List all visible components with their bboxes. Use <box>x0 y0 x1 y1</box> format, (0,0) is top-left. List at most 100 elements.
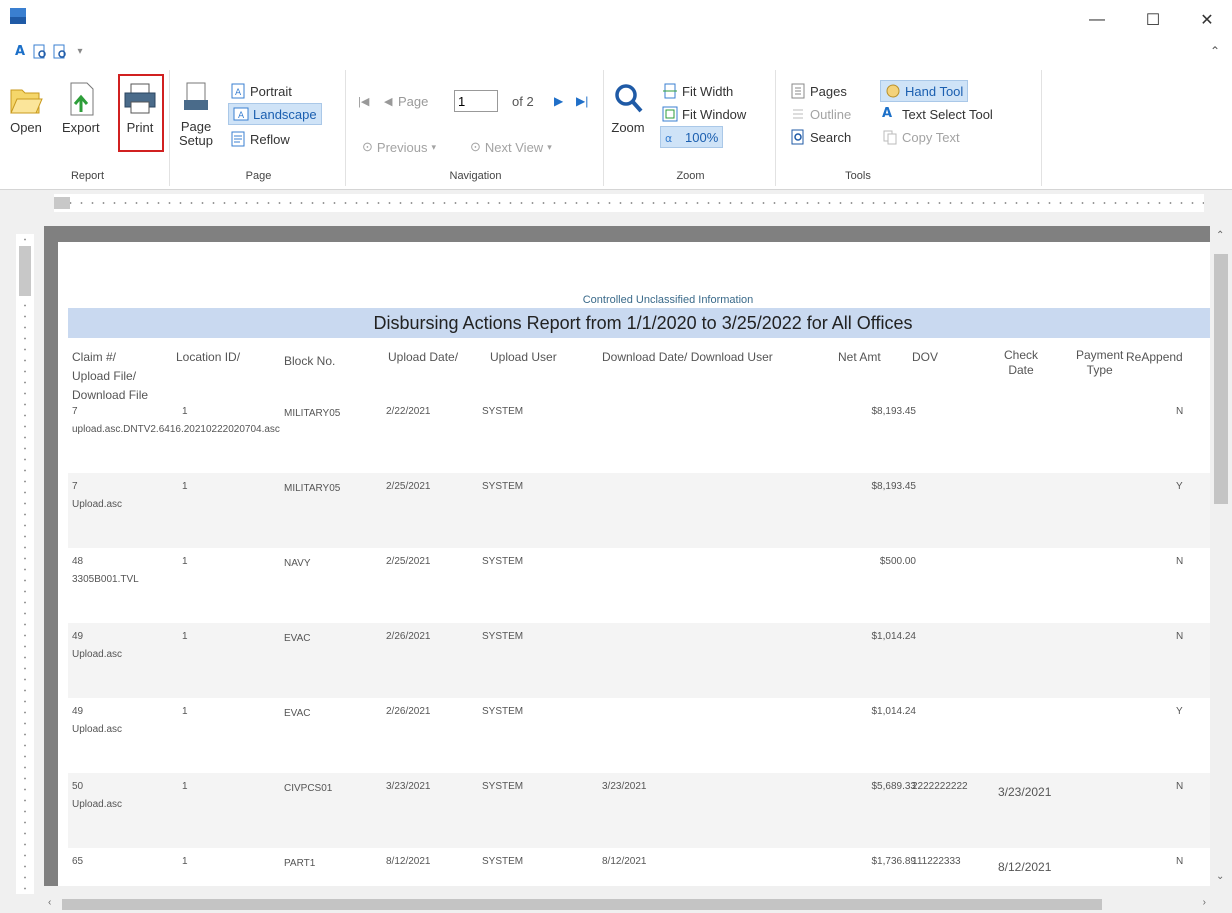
report-group: Open Export Print Report <box>6 70 170 186</box>
header-claim-1: Claim #/ <box>72 350 117 364</box>
header-check-1: Check <box>1004 348 1039 362</box>
copy-icon <box>883 130 897 145</box>
header-claim: Claim #/ Upload File/ Download File <box>72 348 148 405</box>
fit-window-button[interactable]: Fit Window <box>662 103 746 125</box>
close-button[interactable]: ✕ <box>1184 0 1230 40</box>
cell-upload-date: 2/25/2021 <box>386 556 431 567</box>
cell-upload-user: SYSTEM <box>482 556 524 567</box>
header-payment-1: Payment <box>1076 348 1124 362</box>
cell-upload-user: SYSTEM <box>482 706 524 717</box>
cell-location: 1 <box>182 406 188 417</box>
table-row: 48 3305B001.TVL 1 NAVY 2/25/2021 SYSTEM $500.0… <box>68 548 1210 623</box>
open-button[interactable]: Open <box>8 80 44 135</box>
actual-size-icon: α <box>665 132 672 145</box>
cell-block: EVAC <box>284 633 311 644</box>
last-page-icon: ▶| <box>576 94 589 108</box>
page-preview[interactable]: Controlled Unclassified Information Disb… <box>44 226 1210 886</box>
open-folder-icon <box>10 89 43 114</box>
fit-width-button[interactable]: Fit Width <box>662 80 733 102</box>
next-view-button[interactable]: ⊙ Next View ▾ <box>470 136 552 158</box>
export-icon <box>70 82 94 116</box>
header-block: Block No. <box>284 354 336 368</box>
landscape-button[interactable]: A Landscape <box>228 103 322 125</box>
header-check-date: Check Date <box>1004 348 1038 378</box>
page-text: Page <box>398 93 429 109</box>
prev-page-button[interactable]: ◀ <box>384 90 392 112</box>
next-view-label: Next View <box>484 139 544 155</box>
copy-text-label: Copy Text <box>902 129 960 145</box>
table-row: 7 Upload.asc 1 MILITARY05 2/25/2021 SYSTEM $8,… <box>68 473 1210 548</box>
hand-tool-button[interactable]: Hand Tool <box>880 80 969 102</box>
cell-file: Upload.asc <box>72 649 123 660</box>
last-page-button[interactable]: ▶| <box>576 90 588 112</box>
cell-net-amt: $8,193.45 <box>871 406 917 417</box>
cell-block: MILITARY05 <box>284 483 341 494</box>
find-next-icon[interactable] <box>52 44 68 60</box>
horizontal-ruler[interactable] <box>54 194 1204 212</box>
ruler-margin-marker[interactable] <box>54 197 70 209</box>
cell-upload-user: SYSTEM <box>482 856 524 867</box>
header-payment-type: Payment Type <box>1076 348 1123 378</box>
vertical-ruler-margin-marker[interactable] <box>19 246 31 296</box>
pages-button[interactable]: Pages <box>790 80 847 102</box>
scroll-left-icon[interactable]: ‹ <box>48 897 51 908</box>
scroll-up-icon[interactable]: ⌃ <box>1216 230 1224 241</box>
search-button[interactable]: Search <box>790 126 851 148</box>
next-page-button[interactable]: ▶ <box>554 90 563 112</box>
header-net-amt: Net Amt <box>838 350 881 364</box>
vertical-scroll-thumb[interactable] <box>1214 254 1228 504</box>
scroll-right-icon[interactable]: › <box>1203 897 1206 908</box>
portrait-button[interactable]: A Portrait <box>230 80 292 102</box>
zoom-button[interactable]: Zoom <box>610 80 646 135</box>
previous-view-label: Previous <box>376 139 428 155</box>
svg-text:A: A <box>235 88 242 98</box>
page-setup-button[interactable]: Page Setup <box>178 80 214 148</box>
quick-access-toolbar: A ▾ ⌃ <box>0 40 1232 66</box>
report-page: Controlled Unclassified Information Disb… <box>58 242 1210 886</box>
copy-text-button[interactable]: Copy Text <box>882 126 960 148</box>
cell-dov: 2222222222 <box>912 781 968 792</box>
page-number-input[interactable] <box>454 90 498 112</box>
cell-block: CIVPCS01 <box>284 783 333 794</box>
table-row: 7 upload.asc.DNTV2.6416.20210222020704.as… <box>68 398 1210 473</box>
first-page-button[interactable]: |◀ <box>358 90 369 112</box>
vertical-ruler[interactable] <box>16 234 34 894</box>
cell-reappend: Y <box>1176 706 1183 717</box>
find-icon[interactable] <box>32 44 48 60</box>
horizontal-scrollbar[interactable]: ‹ › <box>44 896 1210 913</box>
cell-reappend: Y <box>1176 481 1183 492</box>
customize-qat-icon[interactable]: ▾ <box>72 44 88 60</box>
cell-upload-user: SYSTEM <box>482 406 524 417</box>
cell-location: 1 <box>182 631 188 642</box>
export-button[interactable]: Export <box>62 80 100 135</box>
header-download: Download Date/ Download User <box>602 350 773 364</box>
zoom-group-label: Zoom <box>676 170 705 182</box>
previous-view-button[interactable]: ⊙ Previous ▾ <box>362 136 436 158</box>
previous-dropdown-icon: ▾ <box>431 141 437 152</box>
fit-width-label: Fit Width <box>682 83 734 99</box>
report-title-text: Disbursing Actions Report from 1/1/2020 … <box>373 312 913 333</box>
outline-button[interactable]: Outline <box>790 103 851 125</box>
cell-claim: 48 <box>72 556 84 567</box>
cell-net-amt: $500.00 <box>879 556 916 567</box>
zoom-100-button[interactable]: α 100% <box>660 126 724 148</box>
header-check-2: Date <box>1008 363 1034 377</box>
cell-net-amt: $1,014.24 <box>871 706 917 717</box>
cell-upload-date: 2/22/2021 <box>386 406 431 417</box>
landscape-label: Landscape <box>253 106 317 122</box>
cell-reappend: N <box>1176 556 1184 567</box>
cui-banner: Controlled Unclassified Information <box>582 294 754 306</box>
text-select-tool-button[interactable]: A Text Select Tool <box>882 103 993 125</box>
collapse-ribbon-icon[interactable]: ⌃ <box>1210 44 1220 58</box>
scroll-down-icon[interactable]: ⌄ <box>1216 871 1224 882</box>
maximize-button[interactable]: ☐ <box>1130 0 1176 40</box>
minimize-button[interactable]: — <box>1074 0 1120 40</box>
vertical-scrollbar[interactable]: ⌃ ⌄ <box>1210 226 1232 886</box>
cell-claim: 7 <box>72 481 78 492</box>
outline-icon <box>793 109 803 119</box>
previous-view-icon: ⊙ <box>362 139 373 154</box>
ruler-ticks <box>54 200 1204 206</box>
reflow-button[interactable]: Reflow <box>230 128 290 150</box>
horizontal-scroll-thumb[interactable] <box>62 899 1102 910</box>
text-select-icon[interactable]: A <box>12 44 28 60</box>
